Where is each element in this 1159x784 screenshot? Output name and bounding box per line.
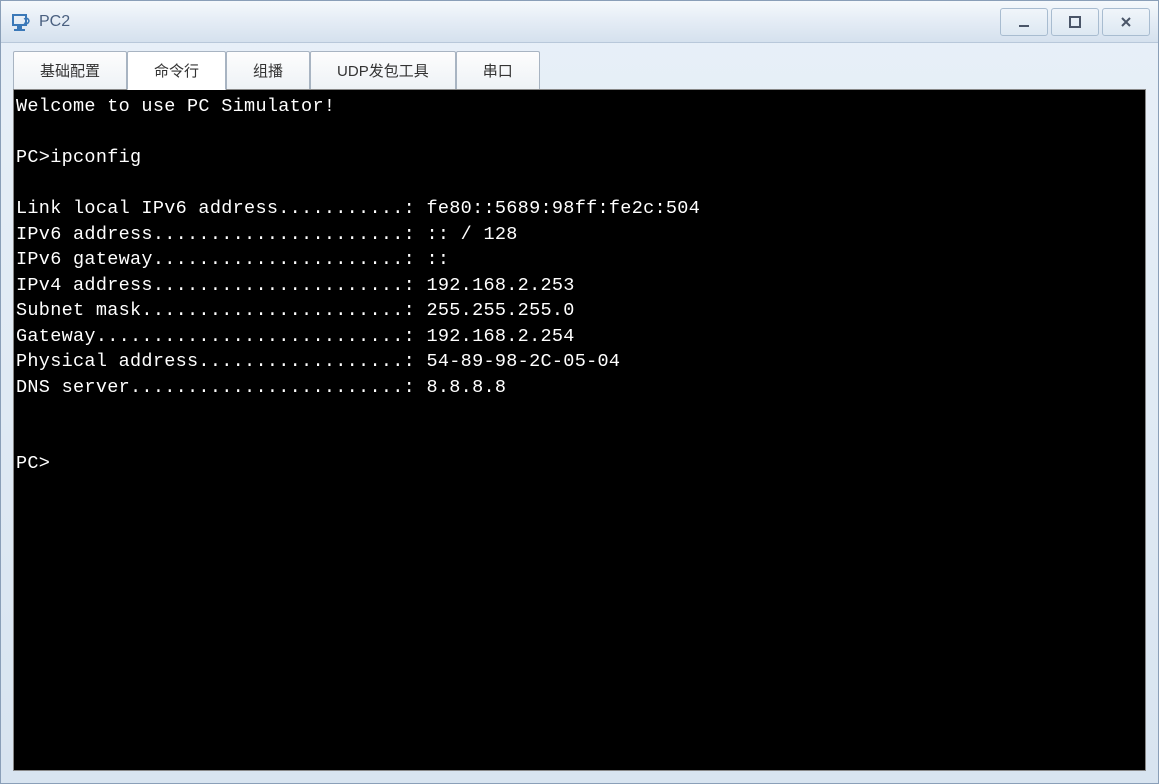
titlebar: PC2 xyxy=(1,1,1158,43)
terminal-physical-address: Physical address..................: 54-8… xyxy=(16,351,620,372)
window-controls xyxy=(997,8,1150,36)
terminal-output[interactable]: Welcome to use PC Simulator! PC>ipconfig… xyxy=(13,89,1146,771)
minimize-button[interactable] xyxy=(1000,8,1048,36)
content-area: 基础配置 命令行 组播 UDP发包工具 串口 Welcome to use PC… xyxy=(1,43,1158,783)
terminal-ipv6-link-local: Link local IPv6 address...........: fe80… xyxy=(16,198,700,219)
tab-bar: 基础配置 命令行 组播 UDP发包工具 串口 xyxy=(13,53,1146,89)
maximize-button[interactable] xyxy=(1051,8,1099,36)
tab-serial[interactable]: 串口 xyxy=(456,51,540,89)
app-icon xyxy=(9,10,33,34)
terminal-ipv6-gateway: IPv6 gateway......................: :: xyxy=(16,249,449,270)
terminal-welcome: Welcome to use PC Simulator! xyxy=(16,96,335,117)
terminal-ipv4-address: IPv4 address......................: 192.… xyxy=(16,275,575,296)
close-button[interactable] xyxy=(1102,8,1150,36)
tab-command-line[interactable]: 命令行 xyxy=(127,51,226,90)
terminal-prompt-ipconfig: PC>ipconfig xyxy=(16,147,141,168)
pc-simulator-window: PC2 基础配置 命令行 组播 UDP发包工具 串口 Welcome to us… xyxy=(0,0,1159,784)
tab-udp-tool[interactable]: UDP发包工具 xyxy=(310,51,456,89)
terminal-ipv6-address: IPv6 address......................: :: /… xyxy=(16,224,518,245)
terminal-gateway: Gateway...........................: 192.… xyxy=(16,326,575,347)
terminal-prompt: PC> xyxy=(16,453,50,474)
window-title: PC2 xyxy=(39,13,997,31)
tab-multicast[interactable]: 组播 xyxy=(226,51,310,89)
tab-basic-config[interactable]: 基础配置 xyxy=(13,51,127,89)
terminal-dns-server: DNS server........................: 8.8.… xyxy=(16,377,506,398)
terminal-subnet-mask: Subnet mask.......................: 255.… xyxy=(16,300,575,321)
